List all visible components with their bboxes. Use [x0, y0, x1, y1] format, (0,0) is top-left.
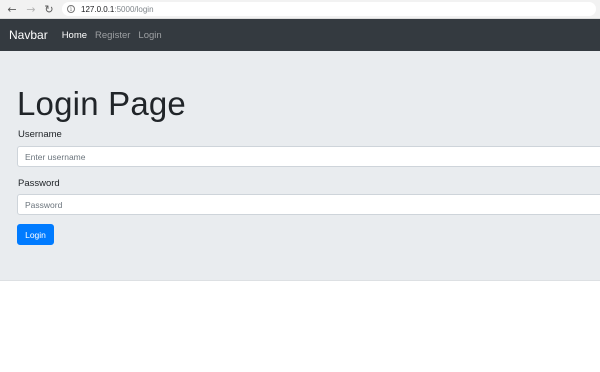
- url-host: 127.0.0.1: [81, 4, 115, 14]
- address-bar[interactable]: i 127.0.0.1:5000/login: [62, 2, 596, 16]
- navbar-brand[interactable]: Navbar: [9, 28, 48, 42]
- nav-link-home[interactable]: Home: [62, 30, 87, 41]
- page-title: Login Page: [17, 85, 186, 122]
- navbar: Navbar Home Register Login: [0, 19, 600, 51]
- url-path: :5000/login: [114, 4, 154, 14]
- arrow-right-icon[interactable]: →: [24, 2, 38, 16]
- reload-icon[interactable]: ↻: [42, 2, 56, 16]
- username-label: Username: [18, 129, 62, 140]
- arrow-left-icon[interactable]: ←: [5, 2, 19, 16]
- password-input[interactable]: [17, 194, 600, 215]
- url-text: 127.0.0.1:5000/login: [81, 5, 154, 14]
- login-panel: Login Page Username Password Login: [0, 51, 600, 281]
- info-icon[interactable]: i: [67, 5, 75, 13]
- nav-link-login[interactable]: Login: [138, 30, 161, 41]
- nav-link-register[interactable]: Register: [95, 30, 130, 41]
- password-label: Password: [18, 178, 60, 189]
- username-input[interactable]: [17, 146, 600, 167]
- login-button[interactable]: Login: [17, 224, 54, 245]
- browser-toolbar: ← → ↻ i 127.0.0.1:5000/login: [0, 0, 600, 19]
